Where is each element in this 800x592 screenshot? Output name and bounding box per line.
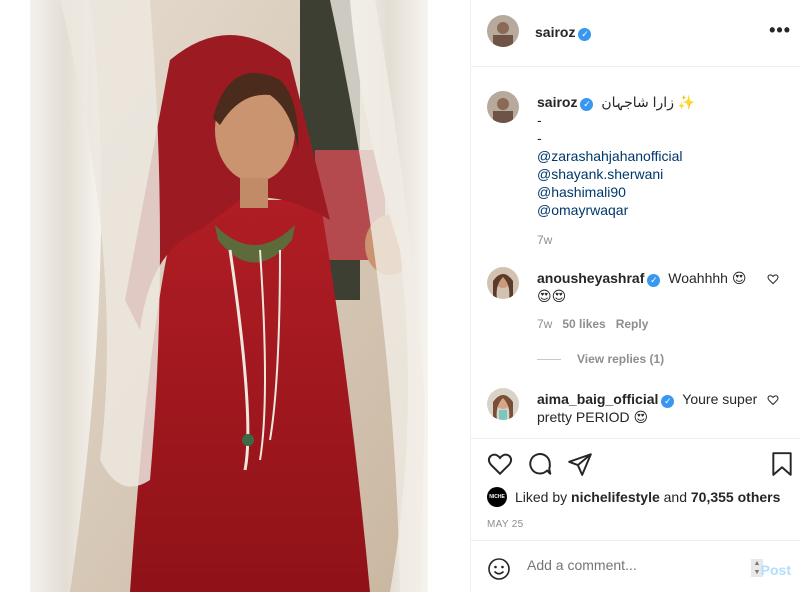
view-replies-label[interactable]: View replies (1) [577,352,664,366]
likes-count[interactable]: 70,355 others [691,489,781,505]
header-username-text[interactable]: sairoz [535,24,575,40]
liker-username[interactable]: nichelifestyle [571,489,660,505]
caption-dash: - [537,130,542,146]
save-bookmark-icon[interactable] [769,451,795,477]
share-icon[interactable] [567,451,593,477]
commenter-avatar[interactable] [487,267,519,299]
caption-dash: - [537,112,542,128]
comment-body: aima_baig_official ✓ Youre super pretty P… [537,390,777,426]
comment-username[interactable]: anousheyashraf [537,270,644,286]
caption-text: زارا شاجہان ✨ [601,94,696,110]
likes-prefix: Liked by [515,489,568,505]
like-comment-icon[interactable] [767,273,779,285]
mention-link[interactable]: @shayank.sherwani [537,165,777,183]
post-panel: sairoz ✓ ••• sairoz ✓ زارا شاجہان ✨ - - @z… [470,0,800,592]
header-username[interactable]: sairoz ✓ [535,24,592,41]
post-date[interactable]: MAY 25 [487,519,523,530]
post-image [30,0,428,592]
liker-avatar[interactable]: NICHE [487,487,507,507]
post-actions: NICHE Liked by nichelifestyle and 70,355… [471,438,800,540]
caption-body: sairoz ✓ زارا شاجہان ✨ - - @zarashahjahan… [537,93,777,249]
verified-icon: ✓ [647,274,661,287]
comment-input[interactable] [527,557,727,573]
comments-list: sairoz ✓ زارا شاجہان ✨ - - @zarashahjahan… [471,68,800,438]
like-heart-icon[interactable] [487,451,513,477]
commenter-avatar[interactable] [487,388,519,420]
verified-icon: ✓ [580,98,594,111]
more-options-button[interactable]: ••• [769,20,791,40]
comment-username[interactable]: aima_baig_official [537,391,658,407]
post-photo[interactable] [30,0,428,592]
comment-time[interactable]: 7w [537,317,552,331]
mention-link[interactable]: @zarashahjahanofficial [537,147,777,165]
add-comment-bar: ▲▼ Post [471,540,800,592]
like-comment-icon[interactable] [767,394,779,406]
emoji-icon[interactable] [487,557,511,581]
mention-link[interactable]: @omayrwaqar [537,201,777,219]
caption-time[interactable]: 7w [537,231,777,249]
post-header: sairoz ✓ ••• [471,0,800,67]
comment-meta: 7w 50 likes Reply [537,315,777,333]
mention-link[interactable]: @hashimali90 [537,183,777,201]
likes-joiner: and [663,489,687,505]
caption-avatar[interactable] [487,91,519,123]
verified-icon: ✓ [661,395,675,408]
comment-text: Woahhhh 😍 [668,270,747,286]
comment-body: anousheyashraf ✓ Woahhhh 😍 😍😍 7w 50 likes R… [537,269,777,333]
replies-divider [537,359,561,361]
comment-likes[interactable]: 50 likes [562,317,605,331]
view-replies-button[interactable]: View replies (1) [537,352,664,366]
reply-button[interactable]: Reply [616,317,649,331]
author-avatar[interactable] [487,15,519,47]
verified-icon: ✓ [578,28,592,41]
comment-text-cont: 😍😍 [537,288,567,304]
post-comment-button[interactable]: Post [761,562,791,578]
likes-text: Liked by nichelifestyle and 70,355 other… [515,489,780,505]
caption-username[interactable]: sairoz [537,94,577,110]
photo-pane [0,0,470,592]
comment-icon[interactable] [527,451,553,477]
